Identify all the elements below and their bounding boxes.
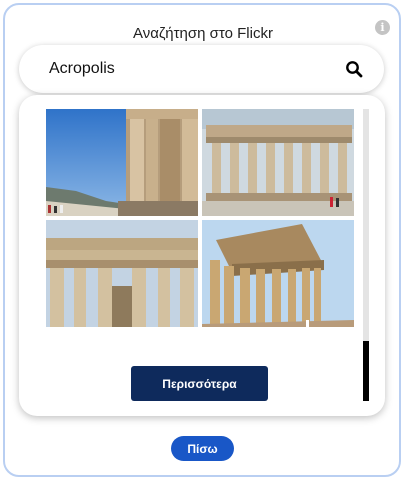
more-button[interactable]: Περισσότερα [131, 366, 268, 401]
search-input[interactable] [49, 55, 329, 83]
photo-thumbnail[interactable] [46, 220, 198, 327]
back-button[interactable]: Πίσω [171, 436, 234, 461]
page-title: Αναζήτηση στο Flickr [133, 25, 273, 42]
photo-thumbnail[interactable] [202, 109, 354, 216]
photo-thumbnail[interactable] [202, 220, 354, 327]
search-bar [19, 45, 384, 93]
photo-results: Περισσότερα [19, 95, 385, 416]
scrollbar-thumb[interactable] [363, 341, 369, 401]
search-icon[interactable] [345, 60, 363, 78]
photo-thumbnail[interactable] [46, 109, 198, 216]
